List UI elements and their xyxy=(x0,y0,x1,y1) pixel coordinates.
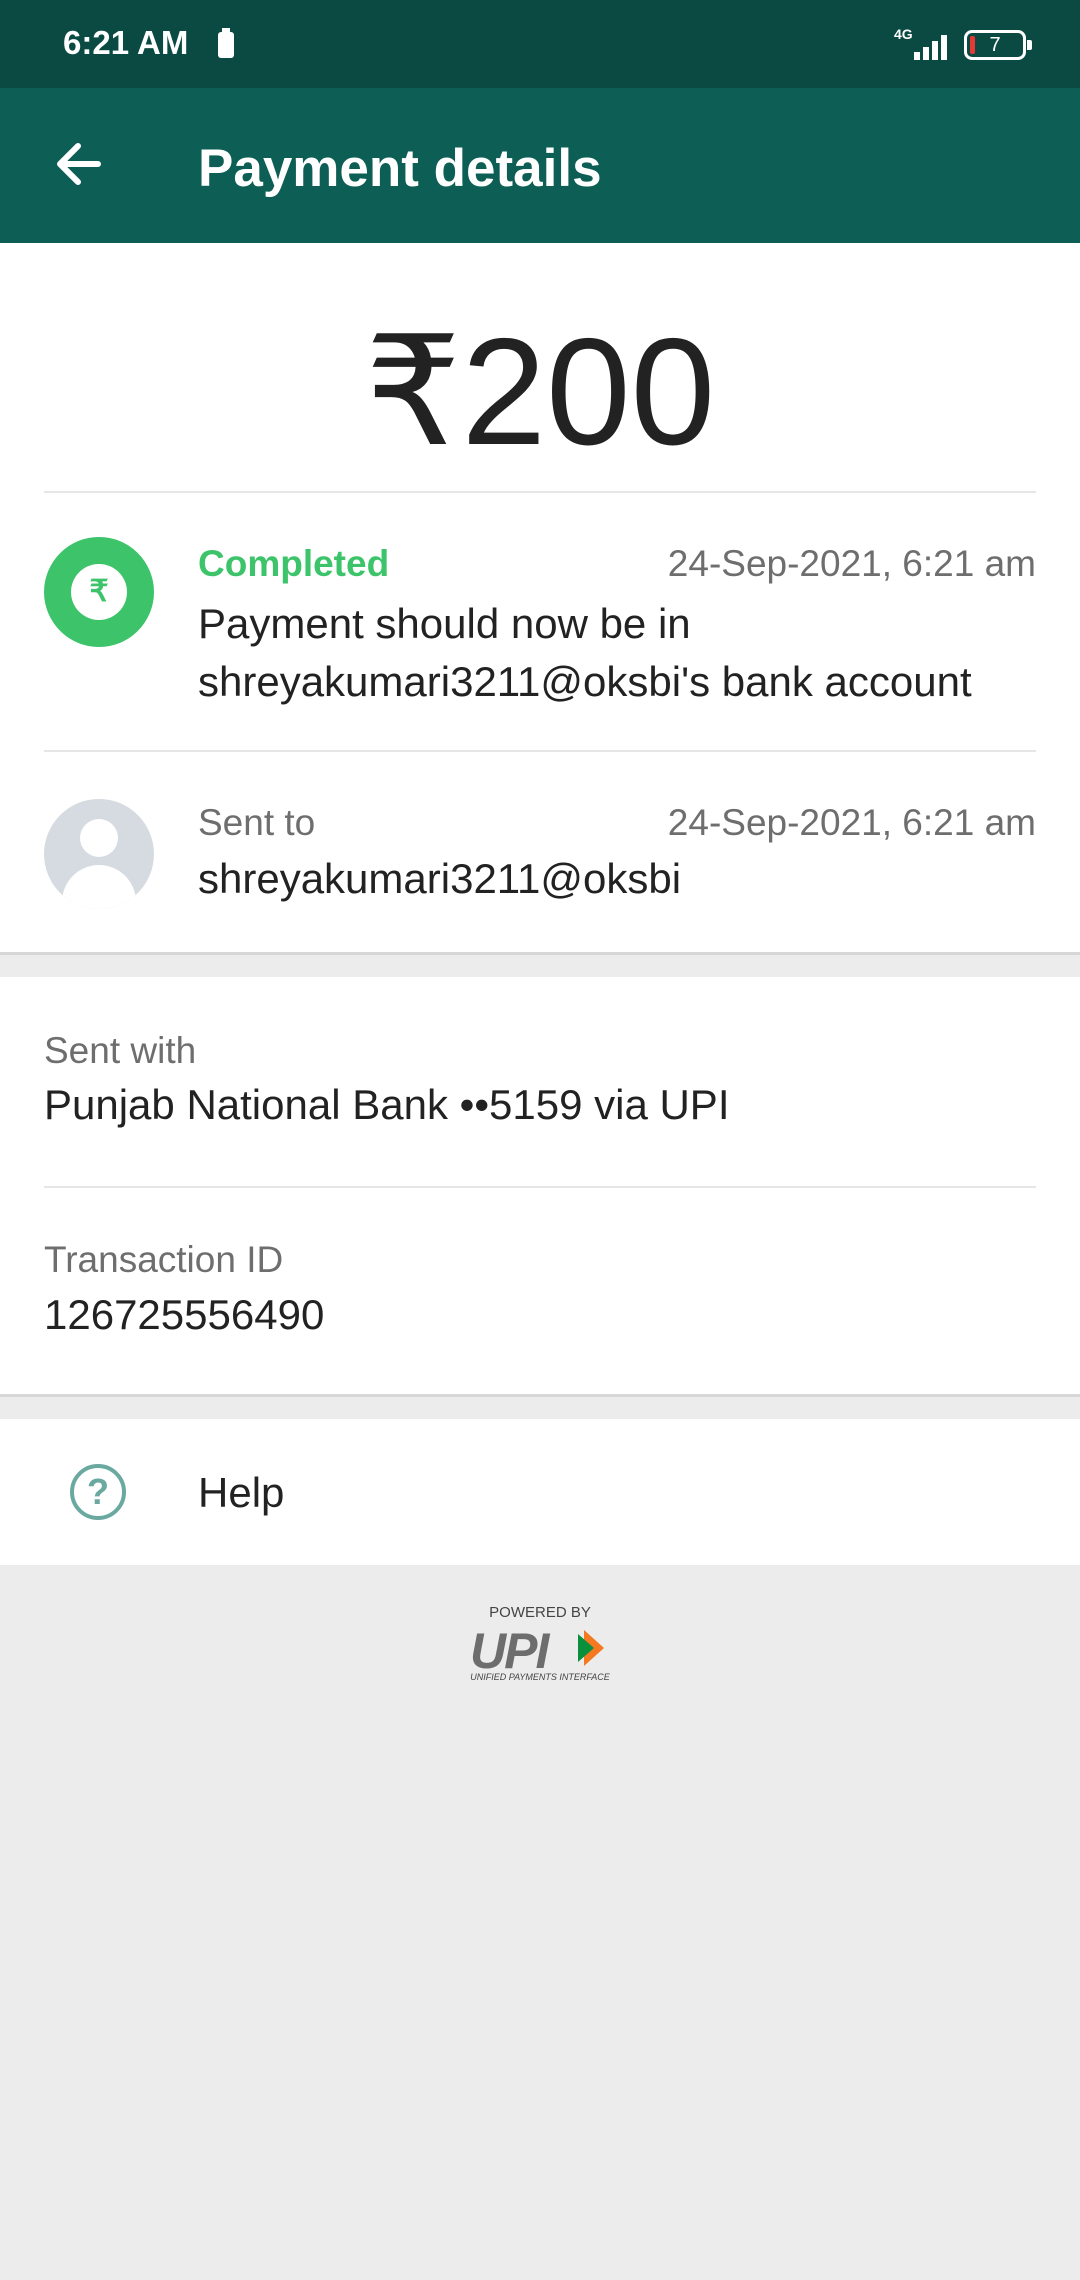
sent-with-value: Punjab National Bank ••5159 via UPI xyxy=(44,1081,730,1128)
help-icon: ? xyxy=(70,1464,126,1520)
page-title: Payment details xyxy=(198,139,602,198)
status-date: 24-Sep-2021, 6:21 am xyxy=(667,543,1036,584)
avatar xyxy=(44,799,154,909)
status-message: Payment should now be in shreyakumari321… xyxy=(198,600,972,705)
help-row[interactable]: ? Help xyxy=(0,1419,1080,1565)
upi-arrow-icon xyxy=(578,1630,604,1666)
completed-rupee-icon: ₹ xyxy=(44,537,154,647)
sent-to-date: 24-Sep-2021, 6:21 am xyxy=(667,802,1036,843)
recipient-upi-id: shreyakumari3211@oksbi xyxy=(198,855,682,902)
transaction-id-value: 126725556490 xyxy=(44,1291,325,1338)
battery-level: 7 xyxy=(989,34,1001,56)
upi-logo: POWERED BY UPI UNIFIED PAYMENTS INTERFAC… xyxy=(460,1604,620,1684)
status-label: Completed xyxy=(198,543,390,584)
divider xyxy=(44,750,1036,752)
transaction-details-card: Sent with Punjab National Bank ••5159 vi… xyxy=(0,977,1080,1397)
sent-to-label: Sent to xyxy=(198,802,316,843)
signal-icon xyxy=(910,32,950,60)
battery-saver-icon xyxy=(218,28,234,58)
app-bar: Payment details xyxy=(0,88,1080,243)
help-label: Help xyxy=(198,1469,285,1516)
back-arrow-icon[interactable] xyxy=(50,134,110,194)
battery-icon: 7 xyxy=(964,30,1032,60)
transaction-id-label: Transaction ID xyxy=(44,1239,284,1280)
divider xyxy=(44,491,1036,493)
payment-amount: ₹200 xyxy=(364,307,716,477)
powered-by-text: POWERED BY xyxy=(489,1604,591,1621)
status-time: 6:21 AM xyxy=(63,24,189,61)
status-bar: 6:21 AM 4G 7 xyxy=(0,0,1080,88)
sent-with-label: Sent with xyxy=(44,1030,197,1071)
payment-summary-card: ₹200 ₹ Completed 24-Sep-2021, 6:21 am Pa… xyxy=(0,243,1080,955)
upi-subtitle: UNIFIED PAYMENTS INTERFACE xyxy=(470,1672,610,1682)
rupee-icon: ₹ xyxy=(71,564,127,620)
divider xyxy=(44,1186,1036,1188)
